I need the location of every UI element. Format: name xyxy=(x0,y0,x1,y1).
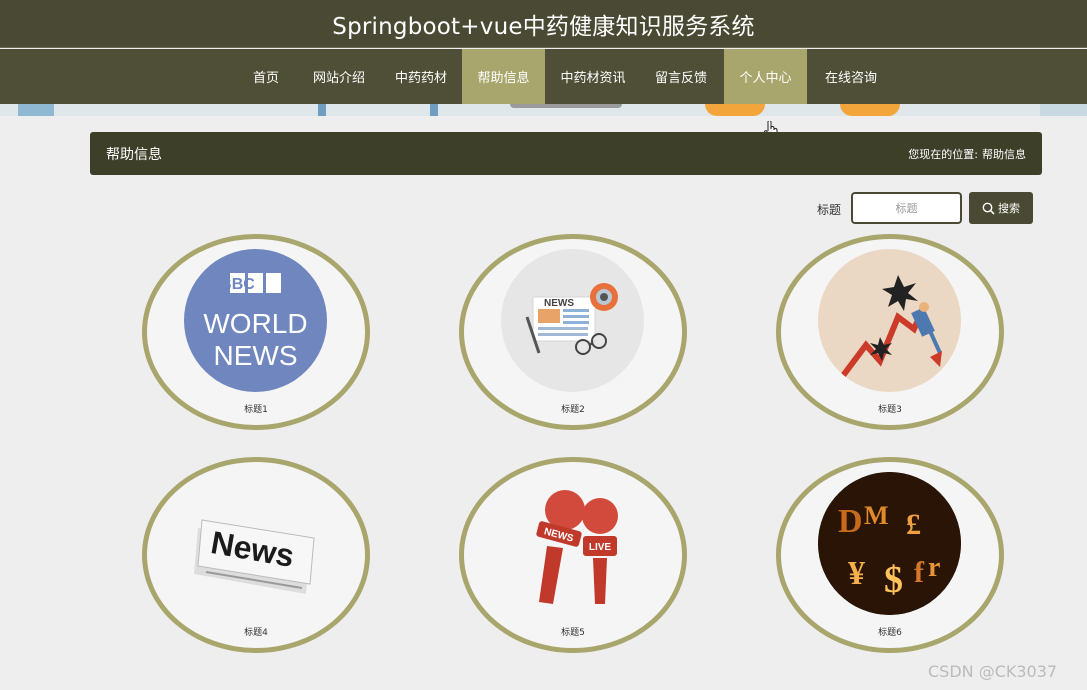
nav-item-home[interactable]: 首页 xyxy=(240,49,292,104)
nav-item-profile[interactable]: 个人中心 xyxy=(724,49,807,104)
svg-text:D: D xyxy=(838,503,863,540)
section-title: 帮助信息 xyxy=(106,146,162,163)
search-input[interactable] xyxy=(851,192,962,224)
card-caption: 标题4 xyxy=(244,628,268,638)
svg-text:$: $ xyxy=(884,559,903,601)
card-thumbnail: BBC xyxy=(184,249,327,392)
breadcrumb: 您现在的位置: 帮助信息 xyxy=(908,146,1026,162)
svg-text:NEWS: NEWS xyxy=(544,298,574,309)
search-icon xyxy=(982,202,995,215)
help-card[interactable]: News 标题4 xyxy=(142,457,370,653)
svg-text:M: M xyxy=(864,501,889,530)
breadcrumb-current[interactable]: 帮助信息 xyxy=(982,146,1026,162)
svg-text:LIVE: LIVE xyxy=(589,542,612,553)
search-button[interactable]: 搜索 xyxy=(969,192,1033,224)
svg-text:f: f xyxy=(914,556,925,589)
card-caption: 标题2 xyxy=(561,405,585,415)
card-caption: 标题5 xyxy=(561,628,585,638)
section-header: 帮助信息 您现在的位置: 帮助信息 xyxy=(90,132,1042,175)
nav-item-herbs[interactable]: 中药药材 xyxy=(382,49,460,104)
card-caption: 标题6 xyxy=(878,628,902,638)
site-header: Springboot+vue中药健康知识服务系统 xyxy=(0,0,1087,48)
card-caption: 标题1 xyxy=(244,405,268,415)
search-button-label: 搜索 xyxy=(998,202,1020,215)
breadcrumb-prefix: 您现在的位置: xyxy=(908,147,978,161)
card-thumbnail: NEWS LIVE xyxy=(501,472,644,615)
card-image-text: BBC xyxy=(220,276,255,293)
svg-text:£: £ xyxy=(906,508,921,541)
nav-item-consult[interactable]: 在线咨询 xyxy=(812,49,890,104)
card-caption: 标题3 xyxy=(878,405,902,415)
main-nav: 首页 网站介绍 中药药材 帮助信息 中药材资讯 留言反馈 个人中心 在线咨询 xyxy=(0,49,1087,141)
card-thumbnail: NEWS xyxy=(501,249,644,392)
svg-text:¥: ¥ xyxy=(848,555,865,592)
svg-text:r: r xyxy=(928,552,940,583)
card-thumbnail xyxy=(818,249,961,392)
banner-strip xyxy=(0,104,1087,116)
card-thumbnail: D M £ ¥ $ f r xyxy=(818,472,961,615)
nav-item-feedback[interactable]: 留言反馈 xyxy=(642,49,720,104)
nav-item-news[interactable]: 中药材资讯 xyxy=(549,49,637,104)
help-card[interactable]: NEWS LIVE 标题5 xyxy=(459,457,687,653)
help-card[interactable]: 标题3 xyxy=(776,234,1004,430)
search-label: 标题 xyxy=(817,203,842,217)
site-title: Springboot+vue中药健康知识服务系统 xyxy=(332,13,755,40)
help-card[interactable]: BBC WORLD NEWS 标题1 xyxy=(142,234,370,430)
card-thumbnail: News xyxy=(184,472,327,615)
search-bar: 标题 搜索 xyxy=(0,192,1087,224)
nav-item-help[interactable]: 帮助信息 xyxy=(462,49,545,104)
nav-item-about[interactable]: 网站介绍 xyxy=(300,49,378,104)
help-card[interactable]: D M £ ¥ $ f r 标题6 xyxy=(776,457,1004,653)
watermark: CSDN @CK3037 xyxy=(928,662,1058,681)
help-card[interactable]: NEWS 标题2 xyxy=(459,234,687,430)
